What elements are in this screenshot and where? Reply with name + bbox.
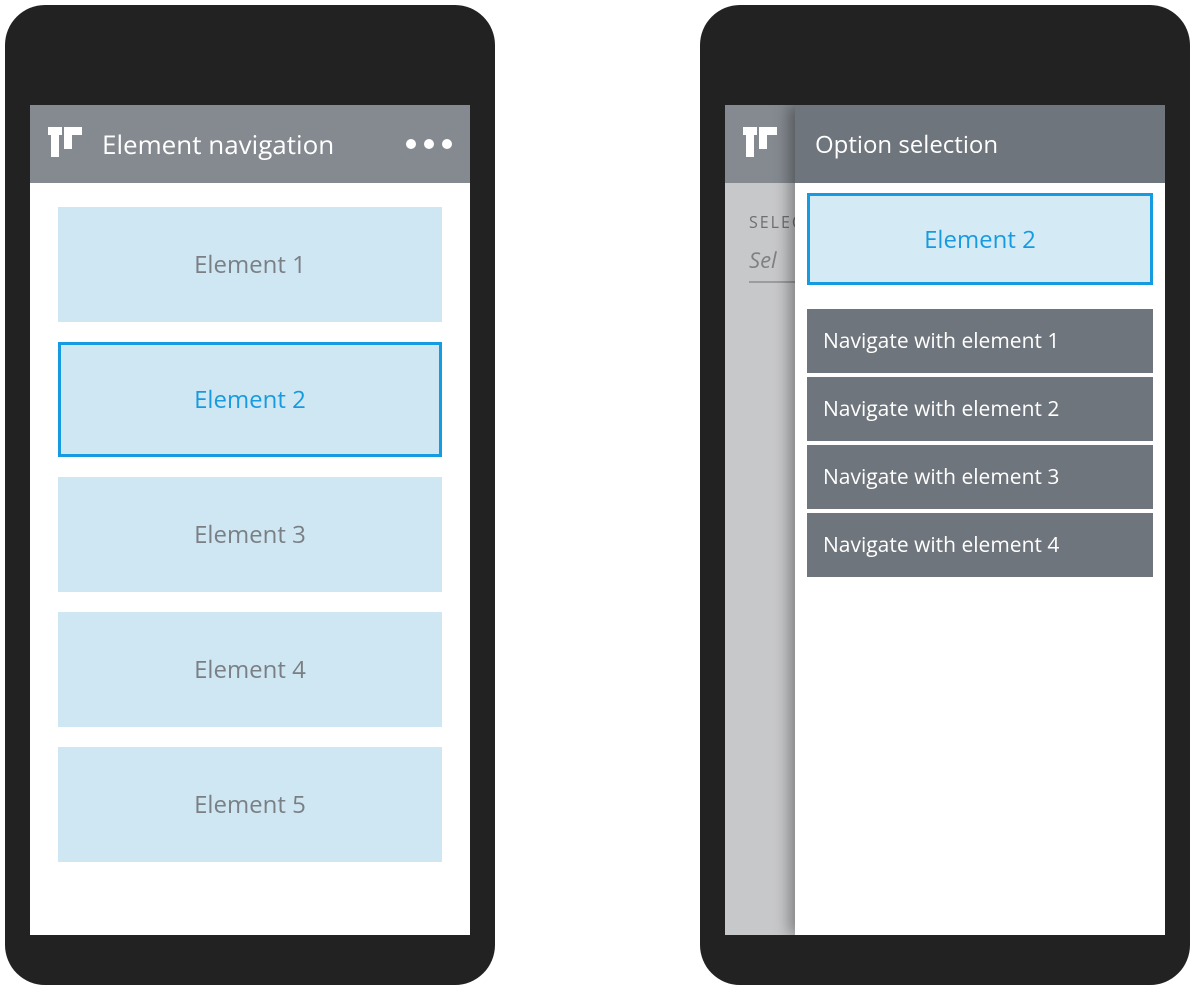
selected-element-block[interactable]: Element 2 xyxy=(807,193,1153,285)
phone-left: Element navigation Element 1 Element 2 E… xyxy=(5,5,495,985)
option-item[interactable]: Navigate with element 3 xyxy=(807,445,1153,509)
list-item[interactable]: Element 5 xyxy=(58,747,442,862)
screen-right: SELECT AN OPTION Sel Option selection El… xyxy=(725,105,1165,935)
option-item[interactable]: Navigate with element 1 xyxy=(807,309,1153,373)
option-item-label: Navigate with element 1 xyxy=(823,327,1059,355)
tricentis-logo-icon xyxy=(48,127,82,161)
options-list: Navigate with element 1 Navigate with el… xyxy=(807,309,1153,577)
header-left: Element navigation xyxy=(30,105,470,183)
element-list: Element 1 Element 2 Element 3 Element 4 … xyxy=(30,183,470,886)
option-item-label: Navigate with element 3 xyxy=(823,463,1059,491)
list-item-label: Element 2 xyxy=(194,383,306,416)
option-item-label: Navigate with element 2 xyxy=(823,395,1059,423)
list-item-label: Element 5 xyxy=(194,788,306,821)
more-menu-icon[interactable] xyxy=(406,139,452,149)
overlay-title: Option selection xyxy=(815,128,998,161)
dot-icon xyxy=(406,139,416,149)
tricentis-logo-icon xyxy=(743,127,777,161)
list-item-label: Element 3 xyxy=(194,518,306,551)
header-title-left: Element navigation xyxy=(102,126,406,162)
list-item[interactable]: Element 4 xyxy=(58,612,442,727)
list-item[interactable]: Element 2 xyxy=(58,342,442,457)
list-item[interactable]: Element 1 xyxy=(58,207,442,322)
list-item-label: Element 1 xyxy=(194,248,306,281)
list-item-label: Element 4 xyxy=(194,653,306,686)
option-item[interactable]: Navigate with element 2 xyxy=(807,377,1153,441)
list-item[interactable]: Element 3 xyxy=(58,477,442,592)
option-item[interactable]: Navigate with element 4 xyxy=(807,513,1153,577)
screen-left: Element navigation Element 1 Element 2 E… xyxy=(30,105,470,935)
dot-icon xyxy=(442,139,452,149)
dot-icon xyxy=(424,139,434,149)
option-selection-panel: Option selection Element 2 Navigate with… xyxy=(795,105,1165,935)
overlay-header: Option selection xyxy=(795,105,1165,183)
overlay-body: Element 2 Navigate with element 1 Naviga… xyxy=(795,183,1165,587)
phone-right: SELECT AN OPTION Sel Option selection El… xyxy=(700,5,1190,985)
selected-element-label: Element 2 xyxy=(924,223,1036,256)
option-item-label: Navigate with element 4 xyxy=(823,531,1059,559)
